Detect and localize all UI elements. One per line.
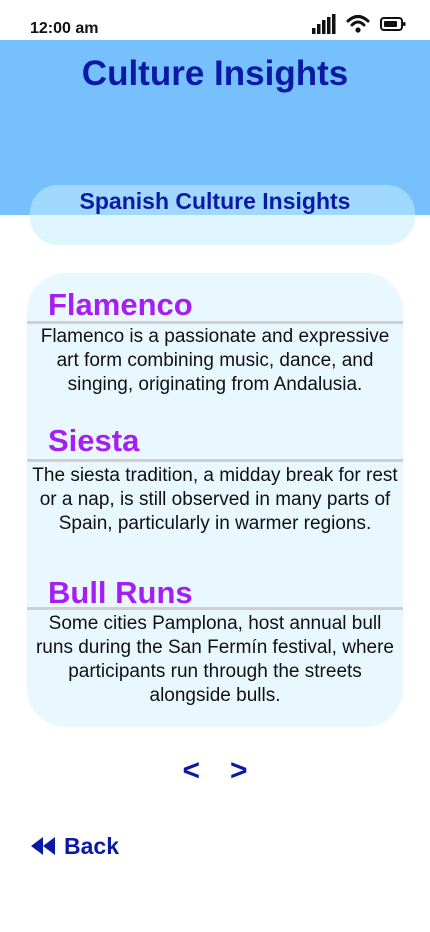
section-divider	[27, 321, 403, 324]
page-subtitle: Spanish Culture Insights	[79, 188, 351, 214]
back-button[interactable]: Back	[30, 830, 119, 862]
page-title: Culture Insights	[81, 54, 349, 93]
next-button[interactable]: >	[230, 752, 248, 792]
previous-button[interactable]: <	[182, 752, 200, 792]
status-bar: 12:00 am	[0, 0, 430, 40]
signal-icon	[312, 14, 336, 34]
rewind-icon	[31, 837, 55, 855]
section-divider	[27, 607, 403, 610]
section-title-siesta: Siesta	[48, 423, 140, 458]
section-title-flamenco: Flamenco	[48, 287, 193, 322]
section-body-bull-runs: Some cities Pamplona, host annual bull r…	[35, 613, 394, 706]
wifi-icon	[346, 15, 370, 33]
status-icons	[312, 14, 406, 34]
status-time: 12:00 am	[30, 20, 99, 37]
pager: < >	[0, 752, 430, 792]
back-label: Back	[64, 832, 119, 859]
battery-icon	[380, 17, 406, 31]
section-title-bull-runs: Bull Runs	[48, 575, 193, 610]
section-divider	[27, 459, 403, 462]
section-body-flamenco: Flamenco is a passionate and expressive …	[40, 326, 390, 395]
section-body-siesta: The siesta tradition, a midday break for…	[32, 465, 398, 534]
